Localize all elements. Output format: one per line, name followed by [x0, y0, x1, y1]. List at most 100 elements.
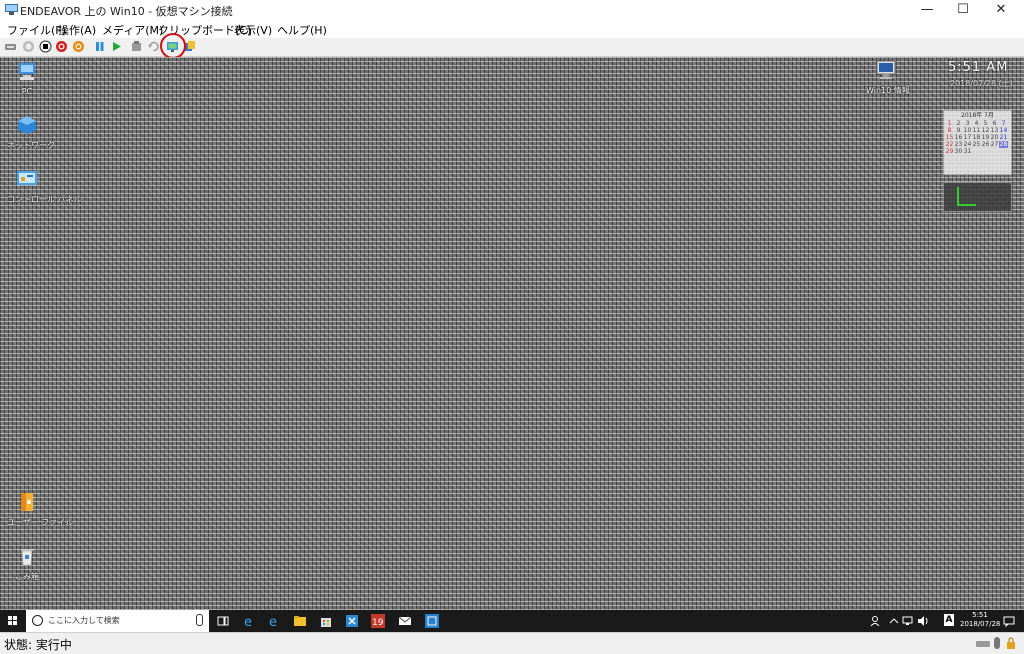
calendar-day: 7	[1001, 120, 1006, 127]
calendar-day: 11	[972, 127, 981, 134]
calendar-day: 19	[981, 134, 990, 141]
ime-mode-indicator[interactable]: A	[944, 614, 954, 626]
edge-icon[interactable]: e	[266, 613, 282, 629]
user-folder-icon	[21, 493, 33, 511]
resume-icon[interactable]	[110, 40, 123, 53]
calendar-day: 20	[990, 134, 999, 141]
calendar-day: 3	[965, 120, 970, 127]
network-meter-widget	[943, 182, 1012, 212]
calendar-day: 1	[947, 120, 952, 127]
calendar-day: 8	[947, 127, 952, 134]
calendar-day: 17	[963, 134, 972, 141]
calendar-day: 18	[972, 134, 981, 141]
vm-status-text: 状態: 実行中	[4, 638, 72, 652]
calendar-day: 26	[981, 141, 990, 148]
vm-desktop[interactable]: PC ネットワーク コントロール パネル ユーザー ファイル ごみ箱 Win10…	[0, 57, 1024, 610]
desktop-icon-pc[interactable]: PC	[7, 62, 47, 96]
desktop-icon-label: コントロール パネル	[7, 195, 82, 204]
desktop-icon-label: ネットワーク	[7, 141, 55, 150]
clock-widget-time: 5:51 AM	[948, 60, 1009, 75]
mail-icon[interactable]	[397, 613, 413, 629]
shutdown-icon[interactable]	[55, 40, 68, 53]
calendar-day: 27	[990, 141, 999, 148]
menu-action[interactable]: 操作(A)	[58, 22, 96, 38]
calendar-day: 2	[956, 120, 961, 127]
notification-icon[interactable]	[1001, 613, 1017, 629]
store-icon[interactable]	[318, 613, 334, 629]
tray-time: 5:51	[972, 611, 988, 619]
menu-help[interactable]: ヘルプ(H)	[277, 22, 327, 38]
person-icon[interactable]	[868, 613, 884, 629]
calendar-day: 10	[963, 127, 972, 134]
turn-off-icon[interactable]	[39, 40, 52, 53]
desktop-icon-label: ごみ箱	[15, 572, 39, 581]
title-bar: ENDEAVOR 上の Win10 - 仮想マシン接続 — ☐ ✕	[0, 0, 1024, 20]
taskbar: ここに入力して検索 e e 19 A 5:51 2018/07/28	[0, 610, 1024, 632]
network-graph	[957, 187, 976, 206]
highlight-circle	[160, 33, 186, 59]
app-icon[interactable]	[424, 613, 440, 629]
vm-connection-icon	[5, 4, 18, 15]
calendar-day: 14	[999, 127, 1008, 134]
save-icon[interactable]	[72, 40, 85, 53]
close-button[interactable]: ✕	[984, 0, 1018, 20]
network-icon[interactable]	[900, 613, 916, 629]
ctrl-alt-del-icon[interactable]	[4, 40, 17, 53]
cortana-icon	[32, 615, 43, 626]
calendar-day: 4	[974, 120, 979, 127]
app-icon[interactable]	[344, 613, 360, 629]
clock-widget-date: 2018/07/28 (土)	[950, 79, 1013, 88]
control-panel-icon	[17, 171, 37, 185]
tray-clock[interactable]: 5:51 2018/07/28	[960, 611, 1000, 629]
calendar-day: 31	[963, 148, 972, 155]
calendar-day: 13	[990, 127, 999, 134]
pause-icon[interactable]	[93, 40, 106, 53]
toolbar	[0, 38, 1024, 57]
desktop-icon-recycle-bin[interactable]: ごみ箱	[7, 546, 47, 582]
revert-icon[interactable]	[147, 40, 160, 53]
desktop-icon-label: PC	[21, 87, 33, 96]
windows-start-icon[interactable]	[0, 610, 26, 632]
calendar-header: 2018年 7月	[961, 112, 994, 119]
svg-text:e: e	[244, 615, 252, 629]
window-title: ENDEAVOR 上の Win10 - 仮想マシン接続	[20, 5, 233, 18]
svg-text:19: 19	[372, 618, 384, 628]
mouse-icon	[994, 637, 1000, 649]
calendar-day: 24	[963, 141, 972, 148]
checkpoint-icon[interactable]	[130, 40, 143, 53]
lock-icon	[1007, 637, 1015, 649]
calendar-day: 16	[954, 134, 963, 141]
menu-view[interactable]: 表示(V)	[234, 22, 272, 38]
menu-media[interactable]: メディア(M)	[102, 22, 163, 38]
taskbar-search-box[interactable]: ここに入力して検索	[26, 610, 209, 632]
calendar-day: 15	[945, 134, 954, 141]
calendar-day: 25	[972, 141, 981, 148]
desktop-icon-network[interactable]: ネットワーク	[7, 115, 55, 151]
maximize-button[interactable]: ☐	[946, 0, 980, 20]
status-bar: 状態: 実行中	[0, 632, 1024, 654]
computer-icon	[19, 63, 35, 80]
search-placeholder: ここに入力して検索	[48, 616, 120, 625]
desktop-icon-monitor[interactable]: Win10 情報	[866, 60, 910, 96]
calendar-day: 22	[945, 141, 954, 148]
network-icon	[18, 116, 36, 134]
volume-icon[interactable]	[915, 613, 931, 629]
desktop-icon-user-folder[interactable]: ユーザー ファイル	[7, 492, 74, 528]
monitor-icon	[876, 60, 896, 79]
calendar-grid: 1 2 3 4 5 6 7 8 9 10 11 12 13 14 15 16 17 18 19 20 21 22 23 24 2…	[944, 120, 1011, 155]
calendar-day: 5	[983, 120, 988, 127]
calendar-widget: 2018年 7月 1 2 3 4 5 6 7 8 9 10 11 12 13 14 15 16 17 18 19 20…	[943, 110, 1012, 175]
start-icon[interactable]	[22, 40, 35, 53]
calendar-day: 6	[992, 120, 997, 127]
file-explorer-icon[interactable]	[292, 613, 308, 629]
microphone-icon[interactable]	[196, 614, 203, 626]
calendar-day: 9	[956, 127, 961, 134]
desktop-icon-label: ユーザー ファイル	[7, 518, 74, 527]
edge-icon[interactable]: e	[241, 613, 257, 629]
task-view-icon[interactable]	[215, 613, 231, 629]
calendar-day: 23	[954, 141, 963, 148]
app-icon[interactable]: 19	[370, 613, 386, 629]
minimize-button[interactable]: —	[910, 0, 944, 20]
calendar-day: 30	[954, 148, 963, 155]
desktop-icon-control-panel[interactable]: コントロール パネル	[7, 169, 82, 205]
